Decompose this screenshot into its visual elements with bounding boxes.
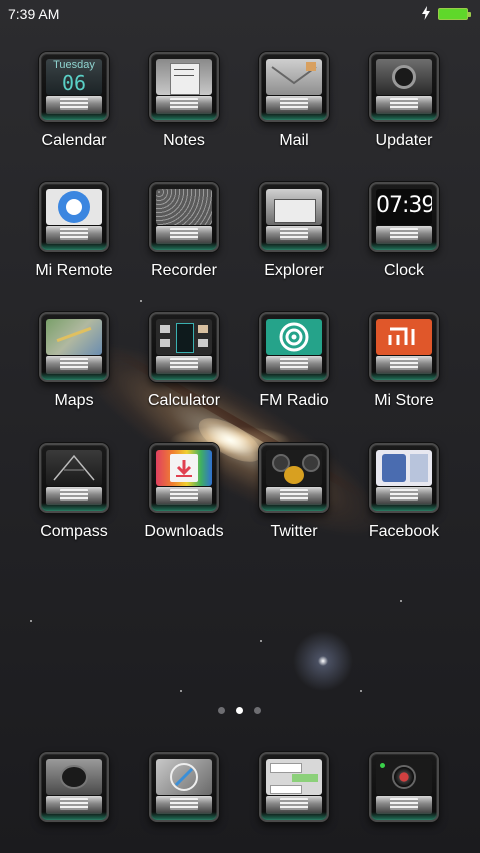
app-label: Updater: [375, 132, 433, 149]
twitter-icon: [259, 443, 329, 513]
phone-icon: [39, 752, 109, 822]
wallpaper-star: [400, 600, 402, 602]
status-time: 7:39 AM: [8, 6, 60, 22]
app-label: Maps: [54, 392, 94, 409]
notes-icon: [149, 52, 219, 122]
app-fm-radio[interactable]: FM Radio: [239, 312, 349, 432]
facebook-icon: [369, 443, 439, 513]
explorer-icon: [259, 182, 329, 252]
dock-messages[interactable]: [239, 752, 329, 822]
app-updater[interactable]: Updater: [349, 52, 459, 172]
lightning-icon: [422, 6, 430, 20]
mi-store-icon: [369, 312, 439, 382]
messages-icon: [259, 752, 329, 822]
wallpaper-star: [180, 690, 182, 692]
app-twitter[interactable]: Twitter: [239, 443, 349, 563]
app-recorder[interactable]: Recorder: [129, 182, 239, 302]
app-label: Notes: [163, 132, 205, 149]
wallpaper-star: [30, 620, 32, 622]
page-dot-current[interactable]: [236, 707, 243, 714]
recorder-icon: [149, 182, 219, 252]
app-calendar[interactable]: Tuesday 06 Calendar: [19, 52, 129, 172]
app-facebook[interactable]: Facebook: [349, 443, 459, 563]
app-label: Twitter: [270, 523, 318, 540]
calculator-icon: [149, 312, 219, 382]
app-label: Facebook: [368, 523, 440, 540]
app-label: Recorder: [151, 262, 217, 279]
dock-browser[interactable]: [129, 752, 219, 822]
app-label: FM Radio: [259, 392, 329, 409]
browser-icon: [149, 752, 219, 822]
app-label: Calendar: [41, 132, 107, 149]
app-label: Explorer: [264, 262, 324, 279]
dock-phone[interactable]: [19, 752, 109, 822]
app-label: Mi Remote: [35, 262, 113, 279]
wallpaper-star: [360, 690, 362, 692]
app-label: Mail: [279, 132, 309, 149]
app-label: Clock: [383, 262, 424, 279]
calendar-icon: Tuesday 06: [39, 52, 109, 122]
status-bar: 7:39 AM: [0, 0, 480, 28]
app-notes[interactable]: Notes: [129, 52, 239, 172]
radio-icon: [259, 312, 329, 382]
maps-icon: [39, 312, 109, 382]
page-dot[interactable]: [254, 707, 261, 714]
compass-icon: [39, 443, 109, 513]
app-label: Calculator: [147, 392, 221, 409]
app-calculator[interactable]: Calculator: [129, 312, 239, 432]
app-label: Compass: [40, 523, 108, 540]
app-clock[interactable]: 07:39 Clock: [349, 182, 459, 302]
clock-time: 07:39: [376, 193, 432, 218]
calendar-day: 06: [61, 71, 87, 95]
app-mi-store[interactable]: Mi Store: [349, 312, 459, 432]
updater-icon: [369, 52, 439, 122]
app-label: Downloads: [144, 523, 224, 540]
calendar-weekday: Tuesday: [53, 59, 95, 71]
app-compass[interactable]: Compass: [19, 443, 129, 563]
app-downloads[interactable]: Downloads: [129, 443, 239, 563]
page-indicator: [218, 707, 264, 715]
downloads-icon: [149, 443, 219, 513]
dock-camera[interactable]: [349, 752, 439, 822]
page-dot[interactable]: [218, 707, 225, 714]
camera-icon: [369, 752, 439, 822]
app-explorer[interactable]: Explorer: [239, 182, 349, 302]
wallpaper-star: [260, 640, 262, 642]
app-mi-remote[interactable]: Mi Remote: [19, 182, 129, 302]
mail-icon: [259, 52, 329, 122]
remote-icon: [39, 182, 109, 252]
app-label: Mi Store: [374, 392, 434, 409]
app-mail[interactable]: Mail: [239, 52, 349, 172]
clock-icon: 07:39: [369, 182, 439, 252]
app-maps[interactable]: Maps: [19, 312, 129, 432]
battery-full-icon: [438, 8, 471, 20]
